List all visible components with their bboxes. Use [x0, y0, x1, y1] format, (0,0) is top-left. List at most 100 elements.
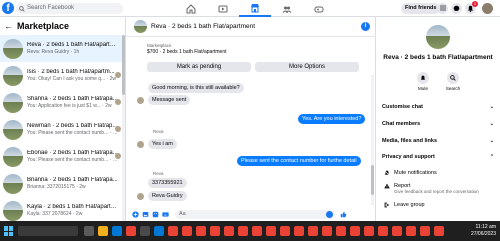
- chrome-icon[interactable]: [280, 226, 290, 236]
- leave-icon: [382, 202, 391, 208]
- main-nav: [175, 0, 335, 17]
- gif-icon[interactable]: G: [162, 211, 169, 218]
- incoming-message: Yes i am: [148, 139, 177, 149]
- nav-marketplace[interactable]: [239, 0, 271, 17]
- media-files-links-section[interactable]: Media, files and links ⌄: [382, 137, 494, 146]
- search-input[interactable]: Search Facebook: [16, 3, 123, 14]
- chevron-down-icon: ⌄: [489, 138, 494, 144]
- conversation-item[interactable]: Brianna · 2 beds 1 bath Flat/apa... Bria…: [0, 170, 125, 197]
- mute-button[interactable]: Mute: [408, 72, 438, 91]
- clock-date: 27/06/2023: [470, 231, 496, 237]
- chrome-icon[interactable]: [392, 226, 402, 236]
- mark-as-pending-button[interactable]: Mark as pending: [147, 62, 251, 72]
- marketplace-icon: [250, 3, 260, 13]
- chrome-icon[interactable]: [364, 226, 374, 236]
- chrome-icon[interactable]: [294, 226, 304, 236]
- chat-members-section[interactable]: Chat members ⌄: [382, 120, 494, 129]
- chrome-icon[interactable]: [434, 226, 444, 236]
- windows-start-icon[interactable]: [4, 226, 14, 236]
- listing-thumbnail: [3, 173, 23, 194]
- chrome-icon[interactable]: [266, 226, 276, 236]
- windows-taskbar: 11:12 am 27/06/2023: [0, 221, 500, 241]
- conversation-item[interactable]: Isis · 2 beds 1 bath Flat/apartm... You:…: [0, 62, 125, 89]
- image-icon[interactable]: [142, 211, 149, 218]
- conversation-item[interactable]: Shanna · 2 beds 1 bath Flat/apa... You: …: [0, 89, 125, 116]
- message-input[interactable]: Aa: [175, 210, 335, 219]
- seen-avatar: [115, 126, 121, 132]
- find-friends-button[interactable]: Find friends: [401, 3, 441, 14]
- conversation-avatar[interactable]: [134, 20, 147, 33]
- message-composer: G Aa: [126, 208, 376, 221]
- info-icon[interactable]: i: [361, 22, 370, 31]
- conversation-item[interactable]: Kayla · 2 beds 1 bath Flat/apartm... Kay…: [0, 197, 125, 221]
- chrome-icon[interactable]: [336, 226, 346, 236]
- nav-groups[interactable]: [271, 0, 303, 17]
- customise-chat-section[interactable]: Customise chat ⌄: [382, 103, 494, 112]
- listing-thumbnail: [3, 146, 23, 167]
- listing-summary[interactable]: Marketplace $700 · 2 beds 1 bath Flat/ap…: [147, 43, 227, 55]
- media-label: Media, files and links: [382, 138, 438, 144]
- system-clock[interactable]: 11:12 am 27/06/2023: [471, 224, 496, 238]
- message-list: Good morning, is this still available? M…: [126, 75, 370, 205]
- sender-name: Reva: [153, 129, 164, 134]
- chrome-icon[interactable]: [308, 226, 318, 236]
- listing-price: $700 · 2 beds 1 bath Flat/apartment: [147, 49, 227, 55]
- more-options-button[interactable]: More Options: [255, 62, 359, 72]
- details-avatar: [426, 25, 450, 49]
- chrome-icon[interactable]: [182, 226, 192, 236]
- search-conversation-button[interactable]: Search: [438, 72, 468, 91]
- chrome-icon[interactable]: [420, 226, 430, 236]
- report-item[interactable]: Report Give feedback and report the conv…: [382, 183, 494, 194]
- task-view-icon[interactable]: [84, 226, 94, 236]
- notifications-button[interactable]: 1: [465, 1, 478, 14]
- menu-button[interactable]: [437, 3, 448, 14]
- edge-icon[interactable]: [112, 226, 122, 236]
- conversation-item[interactable]: Newman · 2 beds 1 bath Flat/ap... You: P…: [0, 116, 125, 143]
- sender-avatar: [137, 141, 144, 148]
- emoji-icon[interactable]: [326, 211, 333, 218]
- chrome-icon[interactable]: [406, 226, 416, 236]
- nav-watch[interactable]: [207, 0, 239, 17]
- leave-group-item[interactable]: Leave group: [382, 202, 494, 208]
- conversation-item[interactable]: Ebonae · 2 beds 1 bath Flat/apa... You: …: [0, 143, 125, 170]
- conversation-item[interactable]: Reva · 2 beds 1 bath Flat/apartment Reva…: [0, 35, 125, 62]
- messenger-icon: [453, 5, 460, 12]
- chrome-icon[interactable]: [238, 226, 248, 236]
- mute-notifications-item[interactable]: Mute notifications: [382, 170, 494, 176]
- store-icon[interactable]: [140, 226, 150, 236]
- mail-icon[interactable]: [154, 226, 164, 236]
- back-arrow-icon[interactable]: ←: [4, 21, 13, 31]
- chrome-icon[interactable]: [378, 226, 388, 236]
- grid-menu-icon: [439, 5, 446, 12]
- chrome-icon[interactable]: [350, 226, 360, 236]
- mute-label: Mute: [417, 86, 428, 91]
- inbox-scrollbar[interactable]: [122, 35, 125, 221]
- file-explorer-icon[interactable]: [98, 226, 108, 236]
- search-icon: [450, 74, 456, 82]
- plus-icon[interactable]: [132, 211, 139, 218]
- sender-avatar: [137, 193, 144, 200]
- profile-avatar[interactable]: [482, 3, 493, 14]
- message-scrollbar[interactable]: [371, 75, 374, 205]
- chrome-icon[interactable]: [168, 226, 178, 236]
- chrome-icon[interactable]: [196, 226, 206, 236]
- privacy-support-section[interactable]: Privacy and support ⌃: [382, 153, 494, 162]
- chat-members-label: Chat members: [382, 121, 421, 127]
- chrome-icon[interactable]: [322, 226, 332, 236]
- chrome-icon[interactable]: [210, 226, 220, 236]
- sticker-icon[interactable]: [152, 211, 159, 218]
- chrome-icon[interactable]: [252, 226, 262, 236]
- facebook-logo[interactable]: f: [2, 2, 14, 14]
- listing-thumbnail: [3, 200, 23, 221]
- thumbs-up-icon[interactable]: [340, 211, 347, 218]
- messenger-button[interactable]: [451, 3, 462, 14]
- clock-time: 11:12 am: [475, 224, 496, 230]
- taskbar-search[interactable]: [18, 226, 78, 236]
- conversation-header-title[interactable]: Reva · 2 beds 1 bath Flat/apartment: [151, 23, 255, 30]
- chrome-icon[interactable]: [224, 226, 234, 236]
- marketplace-inbox-panel: ← Marketplace Reva · 2 beds 1 bath Flat/…: [0, 17, 126, 221]
- nav-gaming[interactable]: [303, 0, 335, 17]
- top-navigation-bar: f Search Facebook Find friends 1: [0, 0, 500, 17]
- nav-home[interactable]: [175, 0, 207, 17]
- chrome-icon[interactable]: [126, 226, 136, 236]
